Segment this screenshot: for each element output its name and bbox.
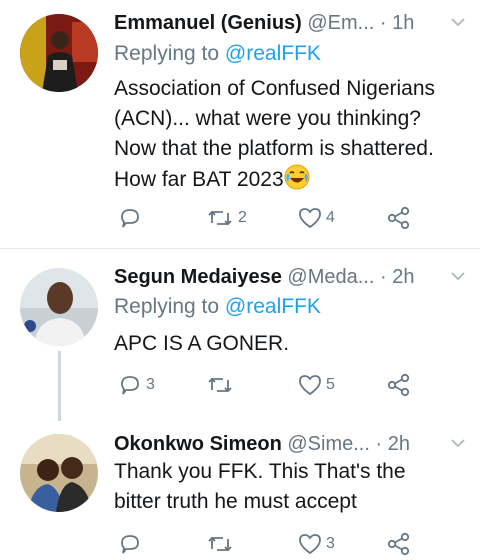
chevron-down-icon[interactable] [450,268,466,284]
reply-button[interactable] [118,203,146,233]
replying-to: Replying to @realFFK [114,42,321,66]
replying-prefix: Replying to [114,295,220,318]
separator-dot: · [375,433,383,455]
share-button[interactable] [386,203,412,233]
avatar[interactable] [20,268,98,346]
like-icon [299,375,321,396]
tweet-segun[interactable]: Segun Medaiyese @Meda... · 2h Replying t… [0,249,480,421]
like-count: 3 [326,535,335,552]
tweet-text-line: Association of Confused Nigerians [114,77,436,100]
tweet-header: Emmanuel (Genius) @Em... · 1h [114,8,466,38]
user-handle[interactable]: @Meda... [287,266,374,288]
reply-icon [121,535,139,554]
share-icon [387,206,410,230]
retweet-button[interactable]: 2 [206,203,247,233]
chevron-down-icon[interactable] [450,435,466,451]
share-button[interactable] [386,529,412,559]
thread-connector [58,351,61,421]
avatar[interactable] [20,434,98,512]
like-button[interactable]: 5 [298,370,335,400]
tweet-text-line: (ACN)... what were you thinking? [114,107,421,130]
mention-link[interactable]: @realFFK [225,42,321,65]
retweet-button[interactable] [206,529,238,559]
chevron-down-icon[interactable] [450,14,466,30]
retweet-icon [208,536,232,552]
user-handle[interactable]: @Sime... [287,433,370,455]
mention-link[interactable]: @realFFK [225,295,321,318]
tweet-text-line: How far BAT 2023 [114,168,284,191]
like-icon [299,534,321,555]
retweet-icon [208,377,232,393]
separator-dot: · [379,12,387,34]
like-count: 4 [326,209,335,226]
like-button[interactable]: 3 [298,529,335,559]
share-icon [387,373,410,397]
tweet-text-line: Thank you FFK. This That's the [114,460,406,483]
display-name[interactable]: Emmanuel (Genius) [114,12,302,34]
display-name[interactable]: Segun Medaiyese [114,266,282,288]
share-button[interactable] [386,370,412,400]
tweet-text-line: bitter truth he must accept [114,490,357,513]
replying-to: Replying to @realFFK [114,295,321,319]
like-icon [299,208,321,229]
like-count: 5 [326,376,335,393]
retweet-button[interactable] [206,370,238,400]
tweet-okonkwo[interactable]: Okonkwo Simeon @Sime... · 2h Thank you F… [0,421,480,560]
tweet-text: Association of Confused Nigerians (ACN).… [114,74,464,195]
avatar[interactable] [20,14,98,92]
user-handle[interactable]: @Em... [307,12,374,34]
tweet-text: Thank you FFK. This That's the bitter tr… [114,457,464,517]
laughing-emoji-icon [284,164,310,190]
like-button[interactable]: 4 [298,203,335,233]
reply-button[interactable]: 3 [118,370,155,400]
timestamp[interactable]: 1h [392,12,414,34]
replying-prefix: Replying to [114,42,220,65]
timestamp[interactable]: 2h [388,433,410,455]
separator-dot: · [379,266,387,288]
tweet-text-line: APC IS A GONER. [114,332,290,355]
reply-icon [121,376,139,395]
share-icon [387,532,410,556]
tweet-emmanuel[interactable]: Emmanuel (Genius) @Em... · 1h Replying t… [0,0,480,248]
reply-icon [121,209,139,228]
retweet-count: 2 [238,209,247,226]
reply-count: 3 [146,376,155,393]
tweet-text-line: Now that the platform is shattered. [114,137,434,160]
timestamp[interactable]: 2h [392,266,414,288]
retweet-icon [208,210,232,226]
tweet-header: Okonkwo Simeon @Sime... · 2h [114,429,466,459]
tweet-header: Segun Medaiyese @Meda... · 2h [114,262,466,292]
reply-button[interactable] [118,529,146,559]
display-name[interactable]: Okonkwo Simeon [114,433,282,455]
tweet-text: APC IS A GONER. [114,329,464,359]
